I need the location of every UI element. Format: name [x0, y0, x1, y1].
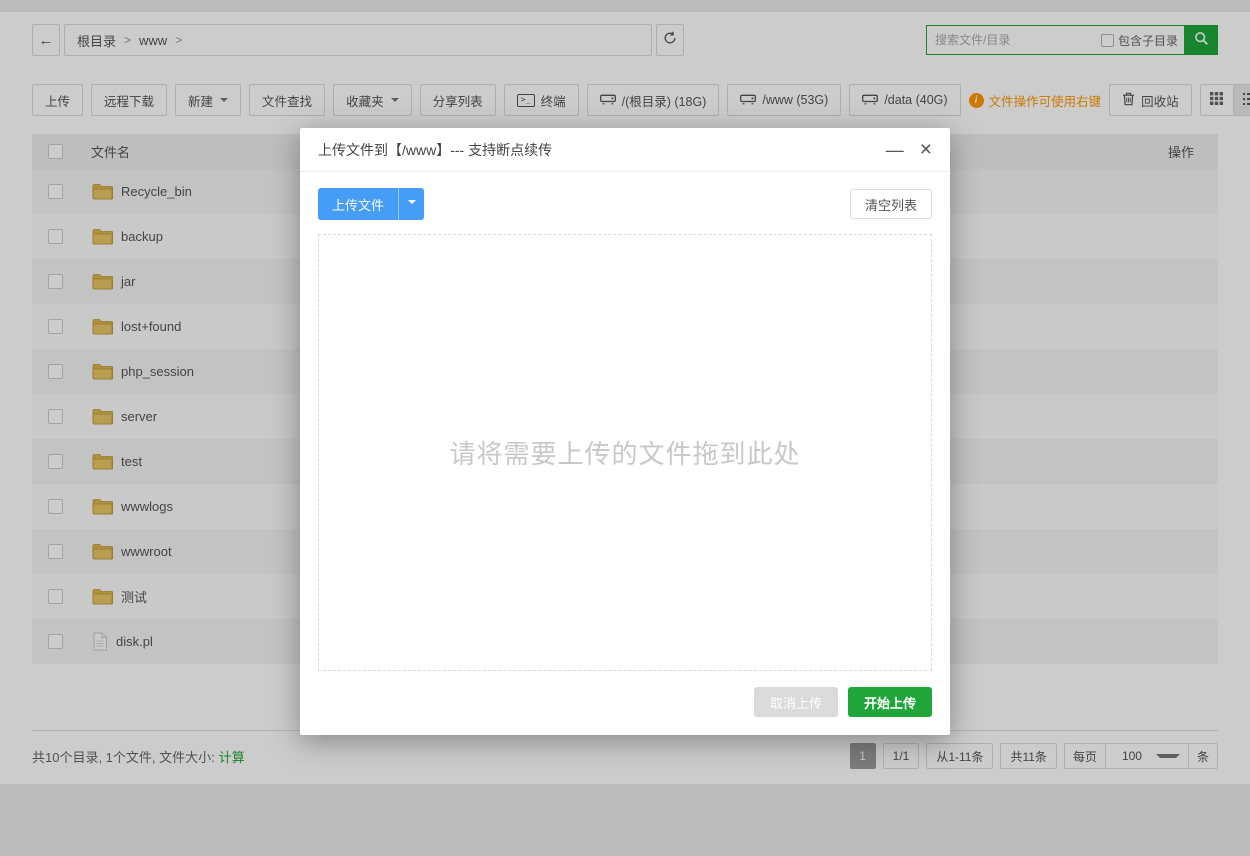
clear-list-button[interactable]: 清空列表	[850, 189, 932, 219]
start-upload-button[interactable]: 开始上传	[848, 687, 932, 717]
minimize-icon[interactable]: —	[886, 141, 904, 159]
close-icon[interactable]: ×	[920, 139, 932, 160]
upload-dialog-header[interactable]: 上传文件到【/www】--- 支持断点续传 — ×	[300, 128, 950, 172]
upload-dialog-title: 上传文件到【/www】--- 支持断点续传	[318, 140, 552, 160]
upload-file-split-button: 上传文件	[318, 188, 424, 220]
dropzone-hint-text: 请将需要上传的文件拖到此处	[449, 434, 800, 471]
upload-dialog: 上传文件到【/www】--- 支持断点续传 — × 上传文件 清空列表 请将需要…	[300, 128, 950, 735]
chevron-down-icon	[408, 200, 416, 208]
cancel-upload-button[interactable]: 取消上传	[754, 687, 838, 717]
upload-options-button[interactable]	[398, 188, 424, 220]
upload-dialog-body: 上传文件 清空列表 请将需要上传的文件拖到此处 取消上传 开始上传	[300, 172, 950, 735]
upload-file-button[interactable]: 上传文件	[318, 188, 398, 220]
upload-dropzone[interactable]: 请将需要上传的文件拖到此处	[318, 234, 932, 671]
dialog-controls: — ×	[886, 139, 932, 160]
upload-dialog-footer: 取消上传 开始上传	[318, 687, 932, 717]
